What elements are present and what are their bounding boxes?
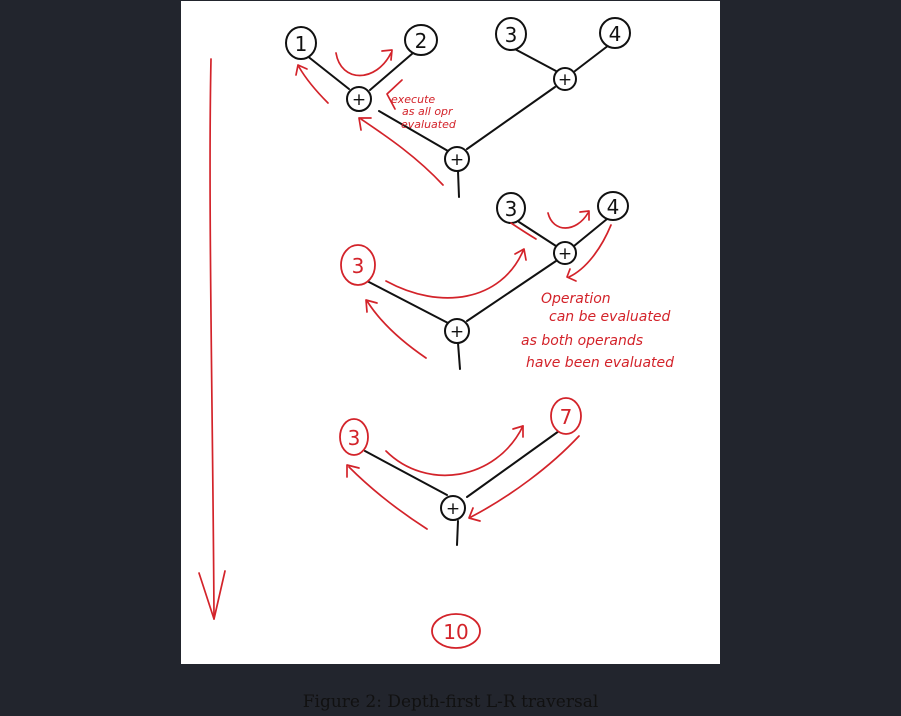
svg-text:as all opr: as all opr [402, 105, 454, 118]
stage-1-op-right: + [553, 67, 577, 91]
stage-3-arrow-across [385, 425, 524, 477]
svg-text:+: + [450, 322, 464, 342]
svg-text:+: + [558, 70, 572, 90]
stage-2-arrow-hop [547, 212, 589, 229]
stage-2-node-4: 4 [597, 191, 629, 221]
stage-2-tree: 3 3 4 + + Operation can be evaluated as … [340, 191, 674, 371]
svg-text:4: 4 [609, 22, 622, 46]
stage-2-op-root: + [444, 318, 470, 344]
svg-text:+: + [446, 499, 460, 519]
stage-1-node-4: 4 [599, 17, 631, 49]
svg-text:can be evaluated: can be evaluated [549, 309, 670, 325]
svg-text:3: 3 [505, 197, 518, 221]
figure-panel: 1 2 3 4 + + + execute as all opr evaluat… [181, 1, 720, 664]
svg-text:3: 3 [352, 254, 365, 278]
figure-caption: Figure 2: Depth-first L-R traversal [302, 692, 599, 712]
stage-4-result: 10 [431, 613, 481, 649]
stage-3-tree: 3 7 + [339, 397, 582, 546]
svg-text:as both operands: as both operands [521, 333, 643, 349]
stage-1-tree: 1 2 3 4 + + + execute as all opr evaluat… [285, 17, 631, 198]
stage-1-node-1: 1 [285, 26, 317, 60]
stage-1-op-left: + [346, 86, 372, 112]
svg-text:4: 4 [607, 195, 620, 219]
svg-text:7: 7 [560, 405, 573, 429]
stage-2-node-left: 3 [340, 244, 376, 286]
stage-1-arrow-across [335, 52, 392, 77]
stage-2-arrow-return [366, 300, 427, 359]
stage-3-node-right: 7 [550, 397, 582, 435]
stage-1-op-root: + [444, 146, 470, 172]
stage-3-node-left: 3 [339, 418, 369, 456]
svg-text:+: + [450, 150, 464, 170]
traversal-diagram: 1 2 3 4 + + + execute as all opr evaluat… [198, 17, 674, 649]
svg-text:+: + [558, 244, 572, 264]
stage-2-arrow-across [385, 250, 524, 299]
stage-3-arrow-return-right [470, 435, 580, 518]
stage-3-op-root: + [440, 495, 466, 521]
stage-2-node-3: 3 [496, 192, 526, 224]
stage-1-node-3: 3 [495, 17, 527, 51]
svg-text:2: 2 [415, 29, 428, 53]
svg-text:+: + [352, 90, 366, 110]
svg-text:evaluated: evaluated [401, 118, 457, 131]
stage-2-op-right: + [553, 241, 577, 265]
svg-text:1: 1 [295, 32, 308, 56]
svg-text:3: 3 [348, 426, 361, 450]
svg-text:10: 10 [443, 620, 468, 644]
stage-1-arrow-up-left [298, 66, 329, 104]
svg-text:3: 3 [505, 23, 518, 47]
stage-3-arrow-return [348, 466, 428, 530]
stage-1-node-2: 2 [404, 24, 438, 56]
svg-text:have been evaluated: have been evaluated [526, 355, 674, 371]
svg-text:Operation: Operation [541, 291, 611, 307]
time-arrow [198, 58, 226, 620]
